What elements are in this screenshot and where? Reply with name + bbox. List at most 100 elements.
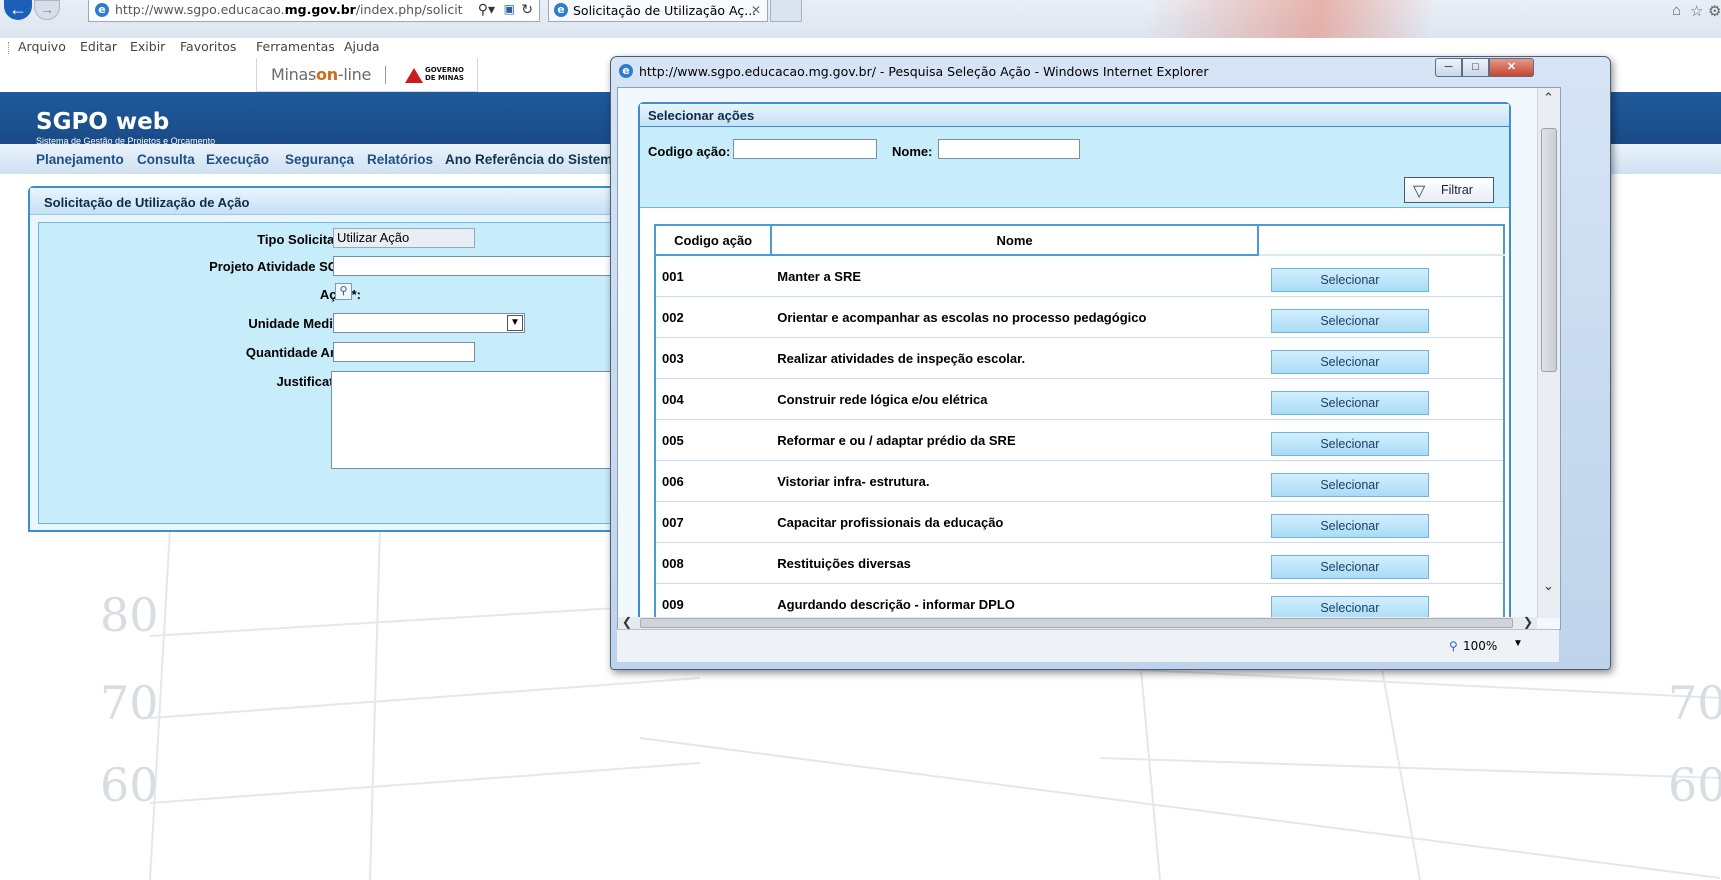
- background-number: 80: [100, 588, 159, 642]
- scroll-right-icon[interactable]: ❯: [1523, 615, 1533, 629]
- home-icon[interactable]: ⌂: [1672, 2, 1681, 19]
- menu-favoritos[interactable]: Favoritos: [180, 39, 236, 54]
- table-header-row: Codigo ação Nome: [655, 225, 1504, 256]
- selecionar-button[interactable]: Selecionar: [1270, 308, 1429, 333]
- selecionar-button[interactable]: Selecionar: [1270, 595, 1429, 620]
- row-nome: Construir rede lógica e/ou elétrica: [771, 378, 1258, 420]
- minas-online-logo[interactable]: Minason-line: [271, 65, 371, 84]
- row-action-cell: Selecionar: [1257, 296, 1504, 338]
- horizontal-scroll-thumb[interactable]: [640, 618, 1513, 628]
- selecionar-button[interactable]: Selecionar: [1270, 349, 1429, 374]
- favorites-star-icon[interactable]: ☆: [1690, 2, 1703, 20]
- selecionar-button[interactable]: Selecionar: [1270, 554, 1429, 579]
- browser-tab[interactable]: e Solicitação de Utilização Aç... ✕: [548, 0, 768, 22]
- menu-relatorios[interactable]: Relatórios: [367, 152, 433, 167]
- vertical-scrollbar[interactable]: ⌃ ⌄: [1537, 88, 1560, 618]
- scroll-down-icon[interactable]: ⌄: [1543, 578, 1554, 594]
- filtrar-label: Filtrar: [1441, 183, 1473, 197]
- address-url[interactable]: http://www.sgpo.educacao.mg.gov.br/index…: [115, 2, 470, 17]
- menu-execucao[interactable]: Execução: [206, 152, 269, 167]
- governo-minas-logo[interactable]: GOVERNO DE MINAS: [405, 64, 475, 86]
- tools-gear-icon[interactable]: ⚙: [1708, 2, 1721, 20]
- projeto-atividade-field[interactable]: [333, 256, 623, 276]
- menu-arquivo[interactable]: Arquivo: [18, 39, 66, 54]
- selecionar-button[interactable]: Selecionar: [1270, 472, 1429, 497]
- menu-planejamento[interactable]: Planejamento: [36, 152, 124, 167]
- results-table: Codigo ação Nome 001 Manter a SRE Selecion…: [654, 224, 1505, 625]
- table-row: 006 Vistoriar infra- estrutura. Selecionar: [655, 460, 1504, 502]
- selecionar-acoes-panel: Selecionar ações Codigo ação: Nome: ▽ Fi…: [638, 102, 1511, 628]
- popup-titlebar[interactable]: e http://www.sgpo.educacao.mg.gov.br/ - …: [611, 57, 1610, 85]
- row-action-cell: Selecionar: [1257, 419, 1504, 461]
- form-title: Solicitação de Utilização de Ação: [44, 195, 250, 210]
- panel-title-bar: Selecionar ações: [640, 104, 1509, 127]
- search-dropdown-icon[interactable]: ⚲▾: [478, 1, 495, 18]
- new-tab-button[interactable]: [770, 0, 802, 22]
- codigo-acao-label: Codigo ação:: [648, 144, 731, 159]
- row-action-cell: Selecionar: [1257, 501, 1504, 543]
- row-codigo: 005: [655, 419, 772, 461]
- filtrar-button[interactable]: ▽ Filtrar: [1404, 177, 1494, 203]
- table-row: 003 Realizar atividades de inspeção escol…: [655, 337, 1504, 379]
- selecionar-button[interactable]: Selecionar: [1270, 390, 1429, 415]
- quantidade-anual-field[interactable]: [333, 342, 475, 362]
- tab-title: Solicitação de Utilização Aç...: [573, 3, 757, 18]
- justificativa-textarea[interactable]: [331, 371, 627, 469]
- table-row: 002 Orientar e acompanhar as escolas no p…: [655, 296, 1504, 338]
- chevron-down-icon[interactable]: ▼: [507, 315, 523, 331]
- menu-ano-referencia[interactable]: Ano Referência do Sistema: [445, 152, 620, 167]
- row-codigo: 006: [655, 460, 772, 502]
- horizontal-scrollbar[interactable]: ❮ ❯: [618, 615, 1537, 629]
- selecionar-button[interactable]: Selecionar: [1270, 431, 1429, 456]
- selection-popup-window: e http://www.sgpo.educacao.mg.gov.br/ - …: [610, 56, 1611, 670]
- selecionar-button[interactable]: Selecionar: [1270, 513, 1429, 538]
- magnifier-icon: ⚲: [339, 285, 348, 297]
- column-header-codigo[interactable]: Codigo ação: [655, 225, 773, 256]
- panel-title: Selecionar ações: [648, 108, 755, 123]
- row-codigo: 003: [655, 337, 772, 379]
- minimize-icon: ─: [1444, 61, 1453, 73]
- maximize-button[interactable]: □: [1462, 58, 1489, 77]
- codigo-acao-input[interactable]: [733, 139, 877, 159]
- menu-exibir[interactable]: Exibir: [130, 39, 165, 54]
- nome-input[interactable]: [938, 139, 1080, 159]
- back-button[interactable]: ←: [4, 0, 32, 20]
- menu-editar[interactable]: Editar: [80, 39, 117, 54]
- zoom-dropdown-icon[interactable]: ▼: [1513, 638, 1523, 649]
- row-nome: Vistoriar infra- estrutura.: [771, 460, 1258, 502]
- minimize-button[interactable]: ─: [1435, 58, 1462, 77]
- menu-consulta[interactable]: Consulta: [137, 152, 195, 167]
- unidade-medida-select[interactable]: ▼: [333, 313, 525, 333]
- column-header-nome[interactable]: Nome: [771, 225, 1259, 256]
- scroll-left-icon[interactable]: ❮: [622, 615, 632, 629]
- forward-arrow-icon: →: [40, 1, 54, 17]
- menu-grip: [8, 42, 11, 54]
- results-area: Codigo ação Nome 001 Manter a SRE Selecion…: [640, 208, 1509, 628]
- menu-ferramentas[interactable]: Ferramentas: [256, 39, 335, 54]
- close-button[interactable]: ✕: [1489, 58, 1534, 77]
- menu-seguranca[interactable]: Segurança: [285, 152, 354, 167]
- vertical-scroll-thumb[interactable]: [1541, 128, 1557, 372]
- row-action-cell: Selecionar: [1257, 337, 1504, 379]
- row-codigo: 007: [655, 501, 772, 543]
- menu-ajuda[interactable]: Ajuda: [344, 39, 380, 54]
- tab-close-icon[interactable]: ✕: [751, 3, 761, 17]
- form-title-bar: Solicitação de Utilização de Ação: [30, 188, 636, 215]
- compatibility-view-icon[interactable]: ▣: [504, 2, 515, 16]
- tipo-solicitacao-field: Utilizar Ação: [333, 228, 475, 248]
- address-bar[interactable]: e http://www.sgpo.educacao.mg.gov.br/ind…: [88, 0, 540, 22]
- row-action-cell: Selecionar: [1257, 378, 1504, 420]
- background-number: 60: [100, 758, 159, 812]
- row-nome: Manter a SRE: [771, 255, 1258, 297]
- zoom-level[interactable]: 100%: [1463, 639, 1497, 653]
- row-codigo: 004: [655, 378, 772, 420]
- selecionar-button[interactable]: Selecionar: [1270, 267, 1429, 292]
- acao-lookup-button[interactable]: ⚲: [335, 283, 352, 300]
- scroll-up-icon[interactable]: ⌃: [1543, 90, 1554, 106]
- refresh-icon[interactable]: ↻: [521, 1, 533, 18]
- background-number: 70: [100, 676, 159, 730]
- row-action-cell: Selecionar: [1257, 460, 1504, 502]
- forward-button[interactable]: →: [34, 0, 60, 20]
- row-nome: Realizar atividades de inspeção escolar.: [771, 337, 1258, 379]
- funnel-icon: ▽: [1413, 183, 1426, 200]
